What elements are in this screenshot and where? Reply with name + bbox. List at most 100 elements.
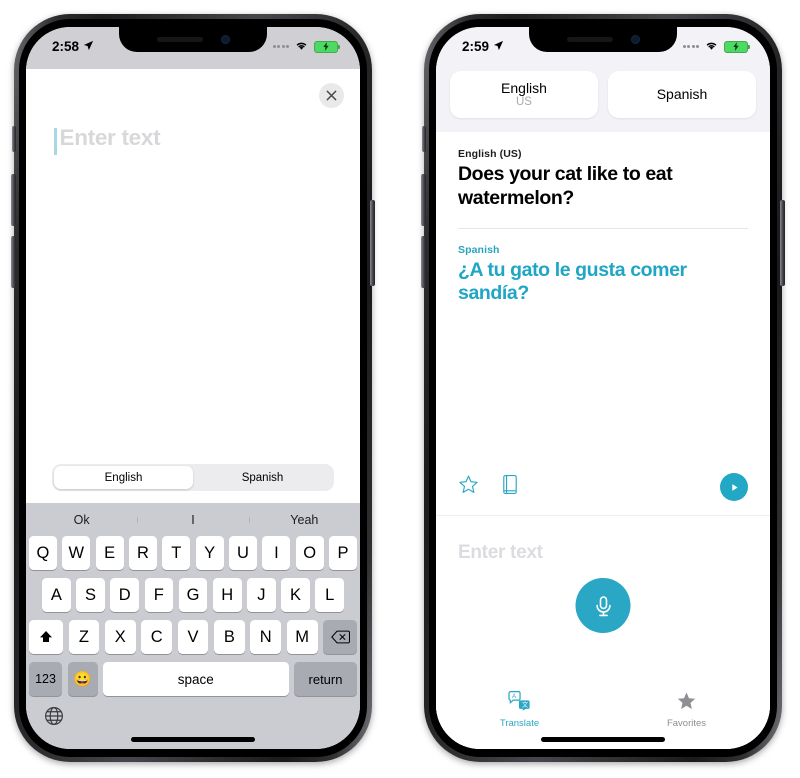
key-h[interactable]: H	[212, 578, 242, 612]
location-arrow-icon	[83, 39, 94, 54]
translate-icon: A 文	[508, 690, 531, 716]
key-x[interactable]: X	[104, 620, 136, 654]
svg-text:A: A	[512, 693, 517, 700]
home-indicator[interactable]	[131, 737, 255, 742]
right-phone-screen: 2:59 English US Spanish English (US) Doe…	[436, 27, 770, 749]
key-y[interactable]: Y	[195, 536, 224, 570]
prediction-item-2[interactable]: I	[137, 513, 248, 527]
source-result-label: English (US)	[458, 148, 522, 160]
key-r[interactable]: R	[129, 536, 157, 570]
volume-down-button[interactable]	[421, 236, 426, 288]
key-j[interactable]: J	[247, 578, 276, 612]
source-result-block: English (US) Does your cat like to eat w…	[458, 148, 748, 211]
segment-spanish[interactable]: Spanish	[193, 466, 332, 489]
power-button[interactable]	[780, 200, 785, 286]
key-o[interactable]: O	[295, 536, 324, 570]
target-result-text: ¿A tu gato le gusta comer sandía?	[458, 258, 687, 305]
key-w[interactable]: W	[62, 536, 91, 570]
tab-favorites[interactable]: Favorites	[603, 691, 770, 729]
on-screen-keyboard: Ok I Yeah Q W E R T Y U I O P A S D F G …	[26, 503, 360, 749]
source-language-card[interactable]: English US	[450, 71, 598, 118]
segment-spanish-label: Spanish	[241, 471, 284, 484]
emoji-smiley-icon[interactable]: 😀	[67, 662, 98, 696]
key-i[interactable]: I	[262, 536, 291, 570]
notch	[119, 27, 267, 52]
text-caret	[54, 128, 57, 155]
segment-english-label: English	[104, 471, 143, 484]
key-z[interactable]: Z	[68, 620, 100, 654]
battery-charging-icon	[314, 40, 340, 53]
prediction-bar: Ok I Yeah	[26, 503, 360, 536]
tab-translate-label: Translate	[499, 718, 540, 729]
microphone-icon[interactable]	[575, 578, 631, 633]
star-filled-icon	[676, 691, 697, 716]
left-phone-bezel: 2:58 Enter text English Spanish Ok I Yea…	[19, 19, 367, 757]
mute-switch[interactable]	[422, 126, 426, 152]
source-result-text: Does your cat like to eat watermelon?	[458, 163, 673, 209]
shift-arrow-icon[interactable]	[29, 620, 63, 654]
key-q[interactable]: Q	[29, 536, 57, 570]
status-time: 2:58	[52, 39, 80, 54]
earpiece-speaker	[566, 37, 613, 42]
dictionary-book-icon[interactable]	[501, 474, 519, 500]
cellular-dots-icon	[682, 45, 699, 48]
key-d[interactable]: D	[110, 578, 139, 612]
key-b[interactable]: B	[213, 620, 245, 654]
key-a[interactable]: A	[41, 578, 71, 612]
translate-body: English US Spanish English (US) Does you…	[436, 69, 770, 749]
key-e[interactable]: E	[95, 536, 124, 570]
play-icon[interactable]	[720, 473, 748, 501]
keyboard-row-1: Q W E R T Y U I O P	[26, 536, 360, 570]
screenshot-stage: 2:58 Enter text English Spanish Ok I Yea…	[0, 0, 800, 778]
key-g[interactable]: G	[178, 578, 208, 612]
key-k[interactable]: K	[281, 578, 310, 612]
key-v[interactable]: V	[177, 620, 209, 654]
voice-input-pane[interactable]: Enter text	[436, 515, 770, 687]
close-icon[interactable]	[319, 83, 344, 108]
status-bar-left: 2:59	[462, 39, 504, 54]
segment-english[interactable]: English	[54, 466, 193, 489]
prediction-item-3[interactable]: Yeah	[248, 513, 360, 527]
cellular-dots-icon	[272, 45, 289, 48]
home-indicator[interactable]	[541, 737, 665, 742]
key-t[interactable]: T	[162, 536, 191, 570]
key-n[interactable]: N	[250, 620, 282, 654]
language-segmented-control[interactable]: English Spanish	[52, 464, 334, 491]
wifi-icon	[294, 39, 309, 54]
target-language-card[interactable]: Spanish	[608, 71, 756, 118]
key-m[interactable]: M	[286, 620, 318, 654]
left-phone-screen: 2:58 Enter text English Spanish Ok I Yea…	[26, 27, 360, 749]
text-entry-area[interactable]: Enter text	[26, 69, 360, 155]
key-f[interactable]: F	[144, 578, 174, 612]
right-phone-device: 2:59 English US Spanish English (US) Doe…	[421, 14, 785, 762]
backspace-icon[interactable]	[323, 620, 358, 654]
volume-up-button[interactable]	[421, 174, 426, 226]
key-c[interactable]: C	[141, 620, 173, 654]
status-bar-left: 2:58	[52, 39, 94, 54]
language-segment-wrap: English Spanish	[26, 464, 360, 503]
prediction-item-1[interactable]: Ok	[26, 513, 137, 527]
key-space[interactable]: space	[103, 662, 289, 696]
key-numbers[interactable]: 123	[29, 662, 62, 696]
text-entry-placeholder: Enter text	[59, 125, 161, 150]
tab-translate[interactable]: A 文 Translate	[436, 690, 603, 729]
front-camera-icon	[220, 35, 230, 44]
source-language-name: English	[501, 79, 547, 96]
key-p[interactable]: P	[329, 536, 357, 570]
location-arrow-icon	[493, 39, 504, 54]
key-u[interactable]: U	[229, 536, 257, 570]
volume-up-button[interactable]	[11, 174, 16, 226]
star-outline-icon[interactable]	[458, 474, 479, 500]
volume-down-button[interactable]	[11, 236, 16, 288]
input-placeholder: Enter text	[458, 542, 543, 563]
keyboard-row-3: Z X C V B N M	[26, 620, 360, 654]
key-s[interactable]: S	[76, 578, 105, 612]
right-phone-bezel: 2:59 English US Spanish English (US) Doe…	[429, 19, 777, 757]
target-language-name: Spanish	[656, 86, 708, 103]
power-button[interactable]	[370, 200, 375, 286]
status-bar-right	[272, 39, 340, 54]
key-l[interactable]: L	[315, 578, 345, 612]
globe-icon[interactable]	[44, 706, 64, 731]
key-return[interactable]: return	[294, 662, 357, 696]
mute-switch[interactable]	[12, 126, 16, 152]
